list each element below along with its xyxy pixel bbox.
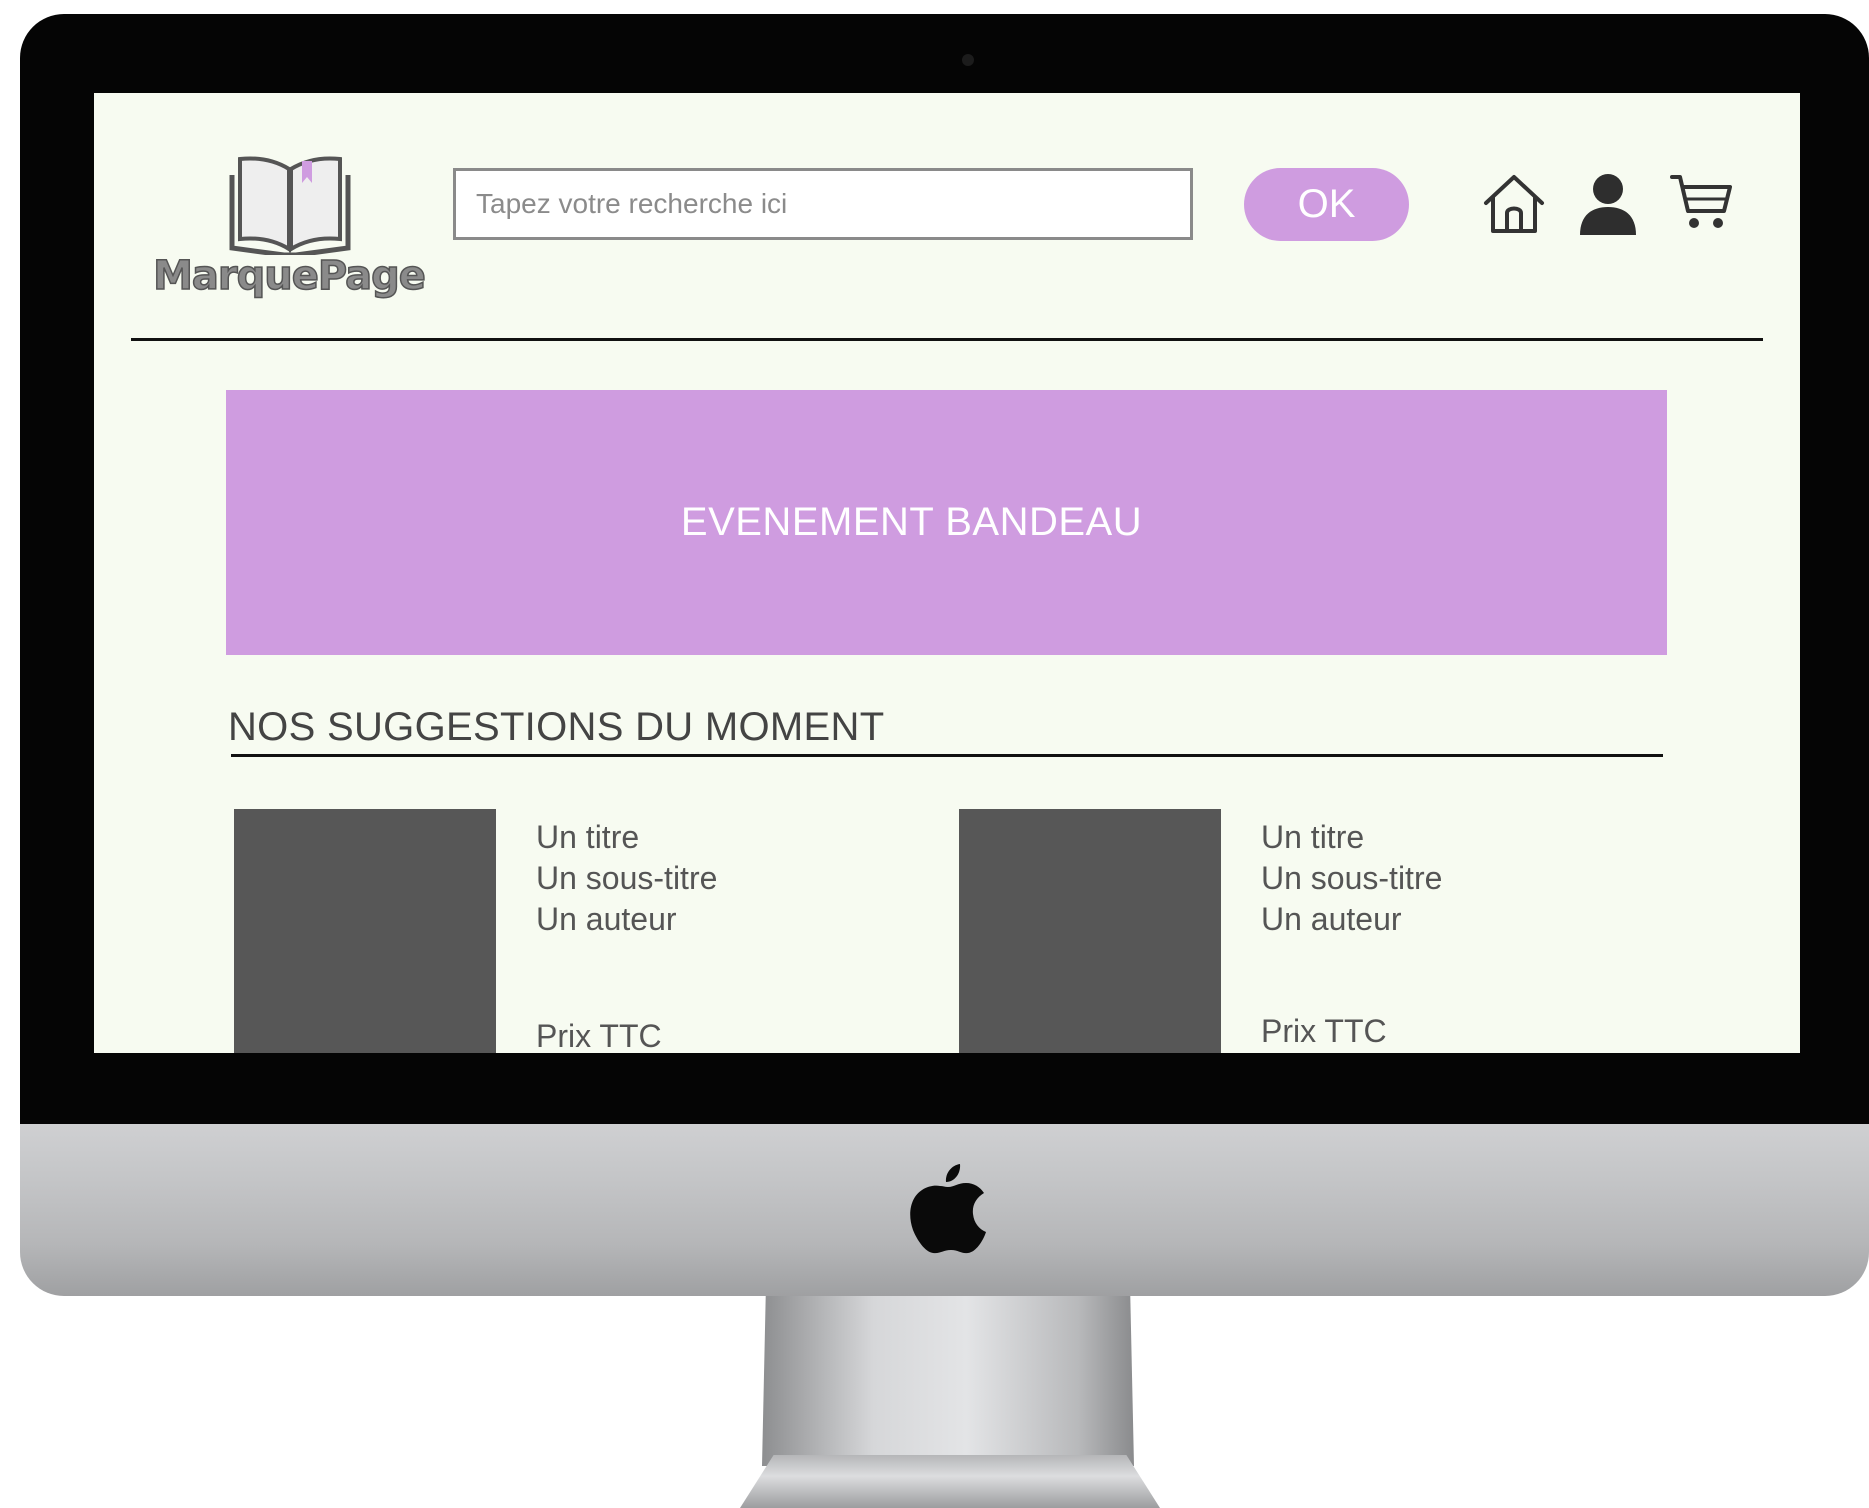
- search-ok-button[interactable]: OK: [1244, 168, 1409, 241]
- camera-dot: [962, 54, 974, 66]
- product-card[interactable]: Un titre Un sous-titre Un auteur Prix TT…: [959, 809, 1659, 1053]
- user-icon[interactable]: [1574, 169, 1642, 237]
- product-info: Un titre Un sous-titre Un auteur: [536, 817, 717, 940]
- site-logo[interactable]: MarquePage: [144, 145, 434, 305]
- logo-text: MarquePage: [152, 252, 426, 300]
- product-cover-placeholder[interactable]: [959, 809, 1221, 1053]
- search-input[interactable]: [453, 168, 1193, 240]
- banner-text: EVENEMENT BANDEAU: [680, 500, 1143, 544]
- product-card[interactable]: Un titre Un sous-titre Un auteur Prix TT…: [234, 809, 934, 1053]
- product-title[interactable]: Un titre: [1261, 817, 1442, 858]
- product-price: Prix TTC: [536, 1018, 662, 1053]
- product-cover-placeholder[interactable]: [234, 809, 496, 1053]
- product-title[interactable]: Un titre: [536, 817, 717, 858]
- apple-logo-icon: [910, 1164, 986, 1254]
- screen: MarquePage OK EVENEMENT BANDEAU NOS SUGG: [94, 93, 1800, 1053]
- home-icon[interactable]: [1480, 169, 1548, 237]
- product-price: Prix TTC: [1261, 1013, 1387, 1049]
- monitor-stand-foot: [740, 1455, 1160, 1508]
- product-subtitle: Un sous-titre: [1261, 860, 1443, 896]
- cart-icon[interactable]: [1668, 169, 1736, 237]
- monitor-stand-neck: [762, 1296, 1134, 1466]
- product-author: Un auteur: [1261, 901, 1402, 937]
- imac-device: MarquePage OK EVENEMENT BANDEAU NOS SUGG: [0, 0, 1869, 1508]
- open-book-icon: [229, 156, 351, 255]
- event-banner[interactable]: EVENEMENT BANDEAU: [226, 390, 1667, 655]
- section-title: NOS SUGGESTIONS DU MOMENT: [228, 705, 885, 749]
- product-subtitle: Un sous-titre: [536, 860, 718, 896]
- product-info: Un titre Un sous-titre Un auteur: [1261, 817, 1442, 940]
- section-divider: [231, 754, 1663, 757]
- product-author: Un auteur: [536, 901, 677, 937]
- header-divider: [131, 338, 1763, 341]
